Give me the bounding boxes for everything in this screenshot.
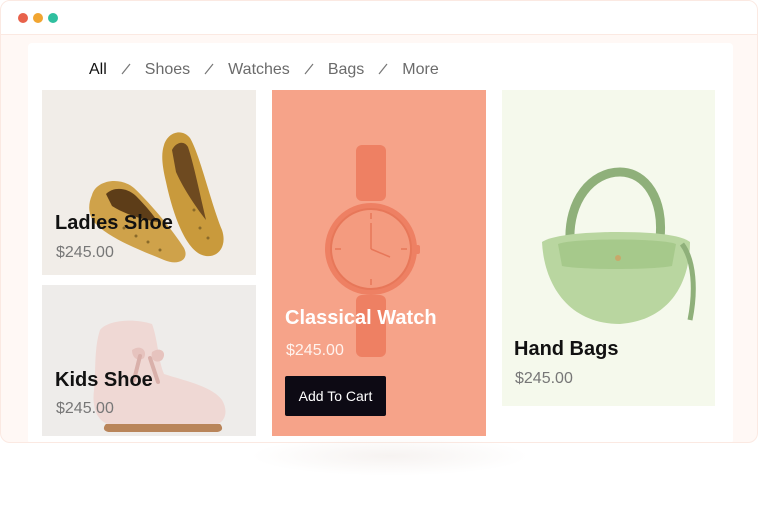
product-price: $245.00 [56,400,114,417]
product-price: $245.00 [515,370,573,387]
product-name: Hand Bags [514,338,619,360]
product-card-hand-bags[interactable]: Hand Bags $245.00 [502,90,715,406]
close-window-dot[interactable] [18,13,28,23]
category-filter-nav: All Shoes Watches Bags More [89,60,439,80]
filter-all[interactable]: All [89,60,107,80]
slash-separator-icon [303,63,315,76]
product-price: $245.00 [56,244,114,261]
slash-separator-icon [120,63,132,76]
window-titlebar [1,1,757,35]
product-name: Kids Shoe [55,369,153,391]
minimize-window-dot[interactable] [33,13,43,23]
product-name: Classical Watch [285,307,437,329]
slash-separator-icon [203,63,215,76]
product-price: $245.00 [286,342,344,359]
product-name: Ladies Shoe [55,212,173,234]
product-card-kids-shoe[interactable]: Kids Shoe $245.00 [42,285,256,436]
add-to-cart-button[interactable]: Add To Cart [285,376,386,416]
filter-more[interactable]: More [402,60,438,80]
loafer-shoe-icon [89,132,224,263]
filter-watches[interactable]: Watches [228,60,290,80]
card-shadow [250,436,530,476]
handbag-icon [542,167,696,324]
product-card-classical-watch[interactable]: Classical Watch $245.00 Add To Cart [272,90,486,436]
product-card-ladies-shoe[interactable]: Ladies Shoe $245.00 [42,90,256,275]
maximize-window-dot[interactable] [48,13,58,23]
slash-separator-icon [377,63,389,76]
filter-bags[interactable]: Bags [328,60,364,80]
filter-shoes[interactable]: Shoes [145,60,190,80]
